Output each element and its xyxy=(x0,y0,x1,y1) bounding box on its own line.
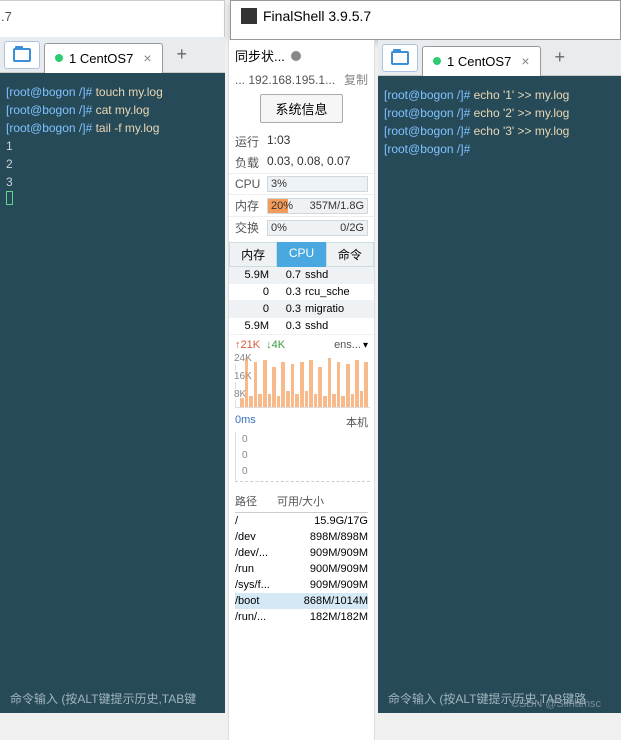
cpu-bar: 3% xyxy=(267,176,368,192)
folder-icon xyxy=(13,48,31,62)
disk-head-size[interactable]: 可用/大小 xyxy=(277,493,324,509)
app-icon xyxy=(241,8,257,24)
proc-tab-mem[interactable]: 内存 xyxy=(229,242,277,267)
ping-chart: 0 0 0 xyxy=(235,432,370,482)
tab-left[interactable]: 1 CentOS7 × xyxy=(44,43,163,73)
left-tabbar: 1 CentOS7 × + xyxy=(0,37,225,73)
status-dot-icon xyxy=(433,57,441,65)
uptime-value: 1:03 xyxy=(267,133,368,150)
terminal-right[interactable]: [root@bogon /]# echo '1' >> my.log [root… xyxy=(378,76,621,713)
load-label: 负载 xyxy=(235,154,267,171)
chevron-down-icon[interactable]: ▾ xyxy=(363,340,368,351)
proc-row[interactable]: 00.3migratio xyxy=(229,301,374,318)
titlebar[interactable]: FinalShell 3.9.5.7 xyxy=(231,1,620,31)
net-iface[interactable]: ens... xyxy=(334,339,361,351)
net-chart: 24K 16K 8K xyxy=(235,353,370,408)
prompt: [root@bogon /]# xyxy=(384,88,470,102)
cmd: cat my.log xyxy=(96,103,150,117)
cmd: echo '1' >> my.log xyxy=(474,88,570,102)
app-title: FinalShell 3.9.5.7 xyxy=(263,8,371,24)
disk-row[interactable]: /run900M/909M xyxy=(235,561,368,577)
info-panel: 同步状... ... 192.168.195.1... 复制 系统信息 运行1:… xyxy=(228,40,375,740)
net-down: ↓4K xyxy=(266,339,285,351)
tab-label: 1 CentOS7 xyxy=(69,51,133,66)
cmd: touch my.log xyxy=(96,85,163,99)
ping-host[interactable]: 本机 xyxy=(346,414,368,430)
mem-bar: 20% 357M/1.8G xyxy=(267,198,368,214)
watermark: CSDN @Siinamsc xyxy=(511,698,601,710)
sysinfo-button[interactable]: 系统信息 xyxy=(260,94,342,123)
net-row: ↑21K ↓4K ens... ▾ xyxy=(229,335,374,351)
main-window: FinalShell 3.9.5.7 xyxy=(230,0,621,40)
close-icon[interactable]: × xyxy=(521,53,529,69)
close-icon[interactable]: × xyxy=(143,50,151,66)
ip-row: ... 192.168.195.1... 复制 xyxy=(229,71,374,94)
swap-txt: 0/2G xyxy=(340,222,364,234)
ping-row: 0ms 本机 xyxy=(229,410,374,430)
right-tabbar: 1 CentOS7 × + xyxy=(378,40,621,76)
cmd: echo '3' >> my.log xyxy=(474,124,570,138)
proc-tabs: 内存 CPU 命令 xyxy=(229,242,374,267)
ip-text: ... 192.168.195.1... xyxy=(235,73,335,87)
copy-button[interactable]: 复制 xyxy=(344,71,368,88)
net-up: ↑21K xyxy=(235,339,260,351)
prompt: [root@bogon /]# xyxy=(384,142,470,156)
disk-row[interactable]: /run/...182M/182M xyxy=(235,609,368,625)
tab-right[interactable]: 1 CentOS7 × xyxy=(422,46,541,76)
folder-button[interactable] xyxy=(4,41,40,69)
swap-label: 交换 xyxy=(235,219,267,236)
proc-row[interactable]: 5.9M0.3sshd xyxy=(229,318,374,335)
disk-row[interactable]: /boot868M/1014M xyxy=(235,593,368,609)
disk-row[interactable]: /sys/f...909M/909M xyxy=(235,577,368,593)
cursor-icon xyxy=(6,191,13,205)
proc-tab-cmd[interactable]: 命令 xyxy=(326,242,374,267)
proc-tab-cpu[interactable]: CPU xyxy=(277,242,325,267)
disk-head-path[interactable]: 路径 xyxy=(235,493,277,509)
cmd: echo '2' >> my.log xyxy=(474,106,570,120)
output-line: 1 xyxy=(6,137,219,155)
terminal-left[interactable]: [root@bogon /]# touch my.log [root@bogon… xyxy=(0,73,225,713)
disk-row[interactable]: /dev/...909M/909M xyxy=(235,545,368,561)
swap-bar: 0% 0/2G xyxy=(267,220,368,236)
cpu-label: CPU xyxy=(235,177,267,191)
disk-table: 路径可用/大小 /15.9G/17G /dev898M/898M /dev/..… xyxy=(229,490,374,625)
mem-txt: 357M/1.8G xyxy=(310,200,364,212)
prompt: [root@bogon /]# xyxy=(6,103,92,117)
cpu-pct: 3% xyxy=(268,178,287,190)
bg-title-fragment: .7 xyxy=(1,9,12,24)
disk-row[interactable]: /dev898M/898M xyxy=(235,529,368,545)
status-dot-icon xyxy=(55,54,63,62)
cmd: tail -f my.log xyxy=(96,121,160,135)
proc-row[interactable]: 5.9M0.7sshd xyxy=(229,267,374,284)
tab-add-button[interactable]: + xyxy=(169,44,196,65)
prompt: [root@bogon /]# xyxy=(384,106,470,120)
swap-pct: 0% xyxy=(268,222,287,234)
output-line: 2 xyxy=(6,155,219,173)
tab-add-button[interactable]: + xyxy=(547,47,574,68)
folder-icon xyxy=(391,51,409,65)
folder-button[interactable] xyxy=(382,44,418,72)
load-value: 0.03, 0.08, 0.07 xyxy=(267,154,368,171)
mem-label: 内存 xyxy=(235,197,267,214)
mem-pct: 20% xyxy=(268,200,293,212)
proc-table: 5.9M0.7sshd 00.3rcu_sche 00.3migratio 5.… xyxy=(229,267,374,335)
prompt: [root@bogon /]# xyxy=(384,124,470,138)
tab-label: 1 CentOS7 xyxy=(447,54,511,69)
sync-dot-icon xyxy=(291,51,301,61)
disk-row[interactable]: /15.9G/17G xyxy=(235,513,368,529)
prompt: [root@bogon /]# xyxy=(6,85,92,99)
uptime-label: 运行 xyxy=(235,133,267,150)
prompt: [root@bogon /]# xyxy=(6,121,92,135)
input-hint[interactable]: 命令输入 (按ALT键提示历史,TAB键 xyxy=(10,690,225,707)
sync-status[interactable]: 同步状... xyxy=(229,40,374,71)
proc-row[interactable]: 00.3rcu_sche xyxy=(229,284,374,301)
ping-value: 0ms xyxy=(235,414,256,430)
output-line: 3 xyxy=(6,173,219,191)
sync-label: 同步状... xyxy=(235,46,285,65)
